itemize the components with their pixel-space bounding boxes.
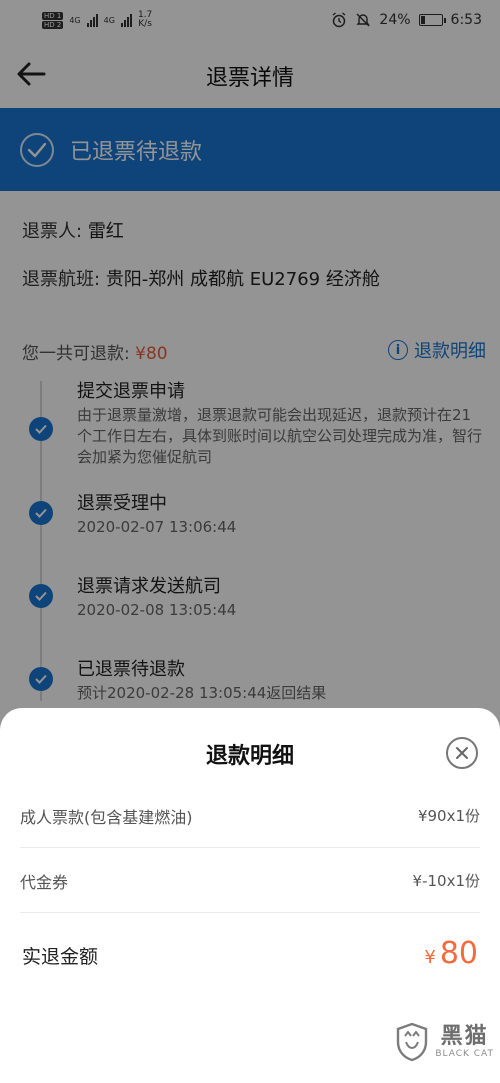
watermark-cn: 黑猫 xyxy=(440,1024,489,1049)
fare-row: 成人票款(包含基建燃油) ¥90x1份 xyxy=(20,784,480,848)
voucher-row: 代金券 ¥-10x1份 xyxy=(20,849,480,913)
actual-refund-amount: ¥ 80 xyxy=(424,936,478,971)
fare-value: ¥90x1份 xyxy=(417,807,480,825)
voucher-label: 代金券 xyxy=(20,872,69,892)
blackcat-logo-icon xyxy=(397,1022,428,1062)
close-circle-icon[interactable] xyxy=(446,737,478,769)
sheet-title: 退款明细 xyxy=(205,744,294,769)
watermark-en: BLACK CAT xyxy=(435,1049,494,1059)
watermark-text: 黑猫 BLACK CAT xyxy=(435,1024,494,1060)
actual-refund-value: 80 xyxy=(439,936,478,971)
voucher-value: ¥-10x1份 xyxy=(412,872,480,890)
blackcat-watermark: 黑猫 BLACK CAT xyxy=(395,1022,494,1062)
actual-refund-label: 实退金额 xyxy=(22,946,99,968)
currency-symbol: ¥ xyxy=(424,947,436,968)
fare-label: 成人票款(包含基建燃油) xyxy=(20,807,193,827)
